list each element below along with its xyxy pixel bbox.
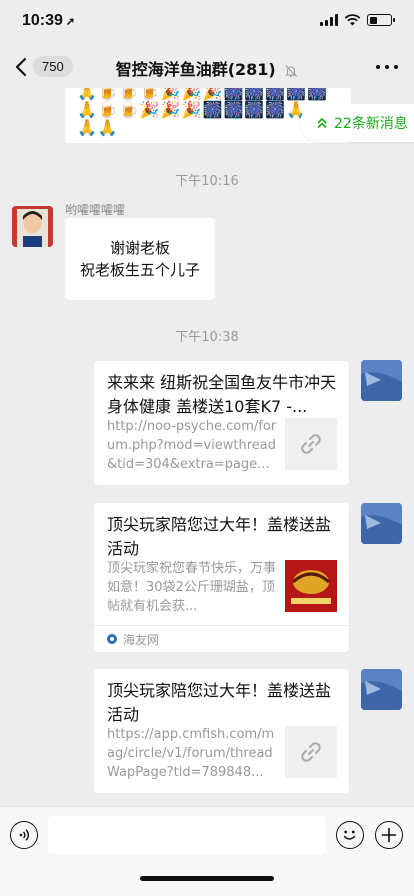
message-line: 祝老板生五个儿子: [79, 261, 200, 279]
bell-muted-icon: [285, 64, 298, 77]
link-card-description: 顶尖玩家祝您春节快乐，万事如意！30袋2公斤珊瑚盐，顶帖就有机会获...: [107, 561, 277, 614]
text-message-bubble[interactable]: 谢谢老板 祝老板生五个儿子: [65, 218, 215, 300]
double-chevron-up-icon: [317, 117, 327, 129]
emoji-icon: [343, 830, 356, 840]
new-messages-label: 22条新消息: [334, 116, 408, 132]
link-card-title: 顶尖玩家陪您过大年！盖楼送盐活动: [107, 681, 332, 724]
avatar[interactable]: [361, 669, 402, 710]
link-card-title: 顶尖玩家陪您过大年！盖楼送盐活动: [107, 515, 332, 558]
plus-icon: [381, 827, 397, 843]
chat-title: 智控海洋鱼油群(281): [0, 56, 414, 80]
battery-icon: [367, 14, 395, 26]
link-card-title: 来来来 纽斯祝全国鱼友牛市冲天 身体健康 盖楼送10套K7 -...: [107, 373, 337, 416]
home-indicator[interactable]: [140, 876, 274, 881]
promo-image: [285, 560, 337, 612]
avatar[interactable]: [12, 206, 53, 247]
link-card[interactable]: 顶尖玩家陪您过大年！盖楼送盐活动 顶尖玩家祝您春节快乐，万事如意！30袋2公斤珊…: [94, 503, 349, 652]
link-thumbnail: [285, 418, 337, 470]
sender-name: 哟嚯嚯嚯嚯: [65, 203, 126, 217]
new-messages-button[interactable]: 22条新消息: [300, 104, 414, 142]
source-logo-icon: [107, 634, 117, 644]
link-source: 海友网: [94, 625, 349, 652]
input-bar: [0, 806, 414, 896]
emoji-button[interactable]: [336, 821, 364, 849]
link-card[interactable]: 顶尖玩家陪您过大年！盖楼送盐活动 https://app.cmfish.com/…: [94, 669, 349, 793]
link-thumbnail: [285, 726, 337, 778]
message-line: 谢谢老板: [109, 239, 170, 257]
chat-messages[interactable]: 🙏🍺🍺🍺🎉🎉🎉🎆🎆🎆🎆🎆 🙏🍺🍺🎉🎉🎉🎆🎆🎆🎆🙏 🙏🙏 22条新消息 下午10:…: [0, 88, 414, 806]
more-icon[interactable]: [376, 57, 398, 77]
clock-text: 10:39: [22, 12, 63, 29]
location-arrow-icon: ➚: [65, 16, 76, 28]
link-icon: [301, 742, 321, 762]
battery-level: [369, 16, 377, 24]
link-source-name: 海友网: [123, 632, 160, 647]
plus-button[interactable]: [375, 821, 403, 849]
link-card-description: http://noo-psyche.com/forum.php?mod=view…: [107, 419, 277, 472]
avatar[interactable]: [361, 503, 402, 544]
message-timestamp: 下午10:16: [175, 174, 239, 189]
emoji-row: 🙏🍺🍺🎉🎉🎉🎆🎆🎆🎆🙏: [77, 100, 308, 119]
status-icons: [320, 14, 395, 26]
status-bar: 10:39 ➚: [0, 0, 414, 46]
link-card[interactable]: 来来来 纽斯祝全国鱼友牛市冲天 身体健康 盖楼送10套K7 -... http:…: [94, 361, 349, 485]
message-input[interactable]: [48, 816, 326, 854]
link-card-description: https://app.cmfish.com/mag/circle/v1/for…: [107, 727, 275, 780]
cellular-signal-icon: [320, 14, 338, 26]
voice-icon: [19, 829, 30, 841]
emoji-row: 🙏🙏: [77, 118, 119, 137]
nav-bar: 750 智控海洋鱼油群(281): [0, 46, 414, 88]
message-timestamp: 下午10:38: [175, 330, 239, 345]
status-time: 10:39 ➚: [22, 12, 75, 30]
wifi-icon: [344, 14, 361, 26]
link-icon: [301, 434, 321, 454]
chat-title-text: 智控海洋鱼油群(281): [115, 60, 276, 79]
avatar[interactable]: [361, 360, 402, 401]
voice-button[interactable]: [10, 821, 38, 849]
